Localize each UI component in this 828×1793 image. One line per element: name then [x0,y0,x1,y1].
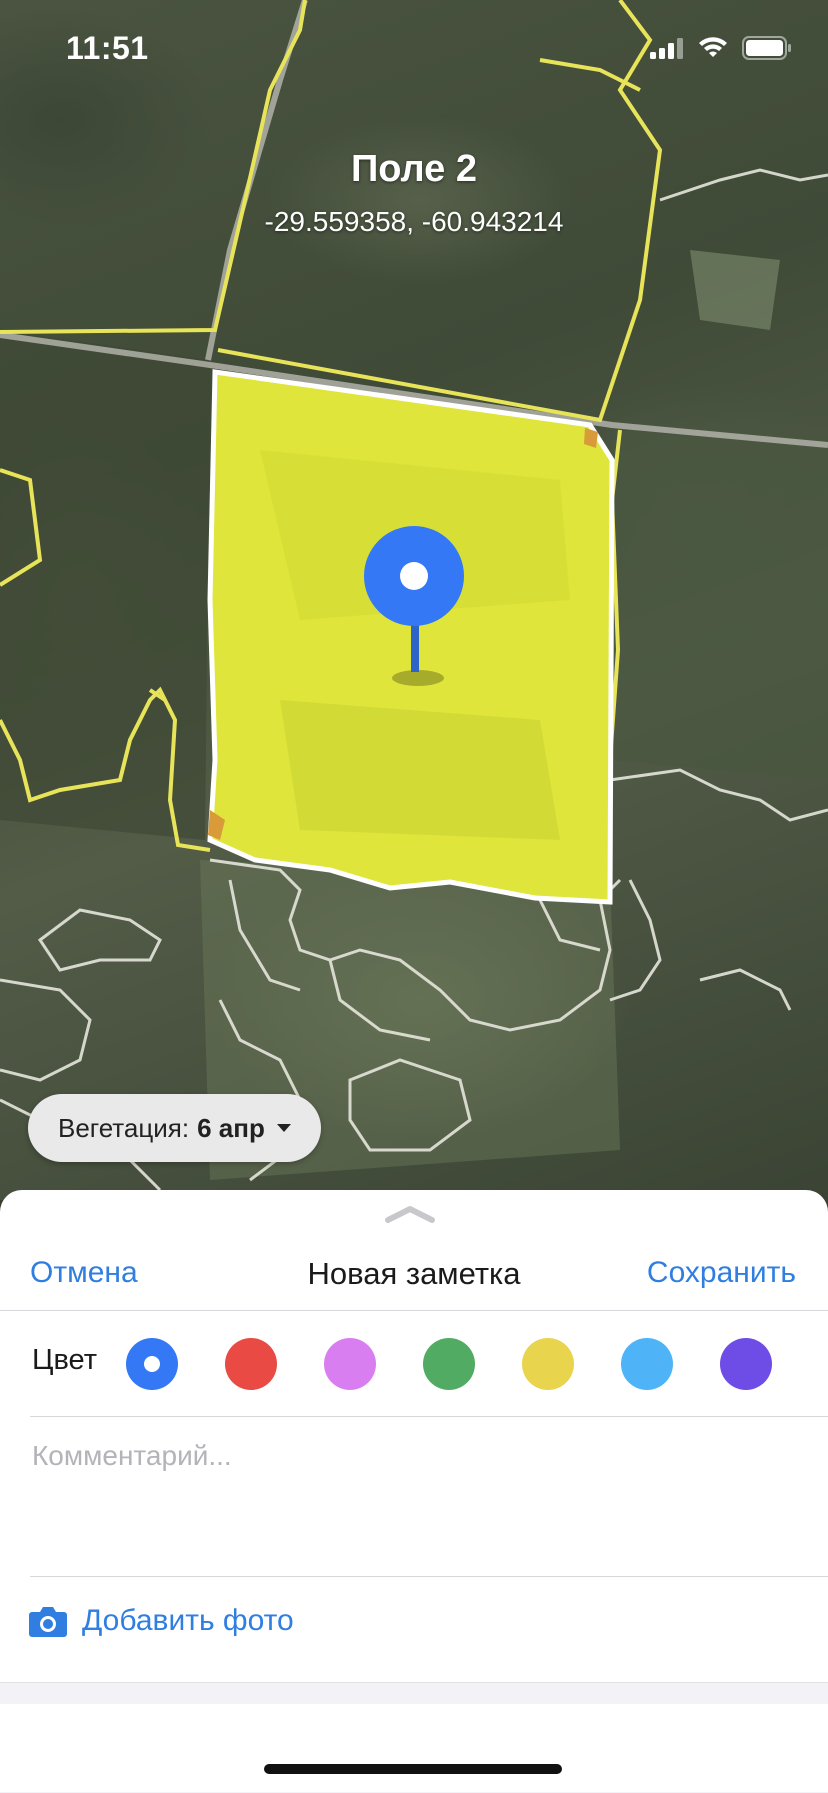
comment-input[interactable] [30,1420,802,1592]
color-swatch[interactable] [720,1338,772,1390]
color-swatch[interactable] [621,1338,673,1390]
divider [30,1416,828,1417]
wifi-icon [699,37,727,57]
caret-down-icon [276,1124,291,1132]
chevron-up-icon[interactable] [384,1204,436,1224]
color-swatch[interactable] [324,1338,376,1390]
color-swatch[interactable] [126,1338,178,1390]
camera-icon [29,1607,67,1637]
add-photo-button[interactable]: Добавить фото [28,1604,294,1638]
home-indicator [264,1764,562,1774]
color-picker-row: Цвет [0,1312,828,1416]
sheet-header: Отмена Новая заметка Сохранить [0,1250,828,1310]
field-name: Поле 2 [350,148,478,190]
color-label: Цвет [32,1344,97,1376]
vegetation-label: Вегетация: [58,1112,190,1143]
cellular-signal-icon [650,38,683,59]
add-photo-label: Добавить фото [82,1604,294,1637]
color-swatch[interactable] [225,1338,277,1390]
vegetation-date: 6 апр [197,1112,265,1143]
divider [0,1310,828,1311]
cancel-button[interactable]: Отмена [30,1256,138,1290]
new-note-sheet: Отмена Новая заметка Сохранить Цвет Доба… [0,1190,828,1793]
battery-icon [742,36,791,60]
color-swatch[interactable] [522,1338,574,1390]
vegetation-date-selector[interactable]: Вегетация: 6 апр [28,1094,321,1162]
status-icons [650,36,792,60]
status-bar: 11:51 [0,0,828,100]
bottom-panel [0,1704,828,1792]
status-time: 11:51 [66,30,149,66]
save-button[interactable]: Сохранить [647,1256,796,1290]
divider [30,1576,828,1577]
field-coordinates: -29.559358, -60.943214 [264,206,564,237]
color-swatches [126,1338,772,1390]
color-swatch[interactable] [423,1338,475,1390]
